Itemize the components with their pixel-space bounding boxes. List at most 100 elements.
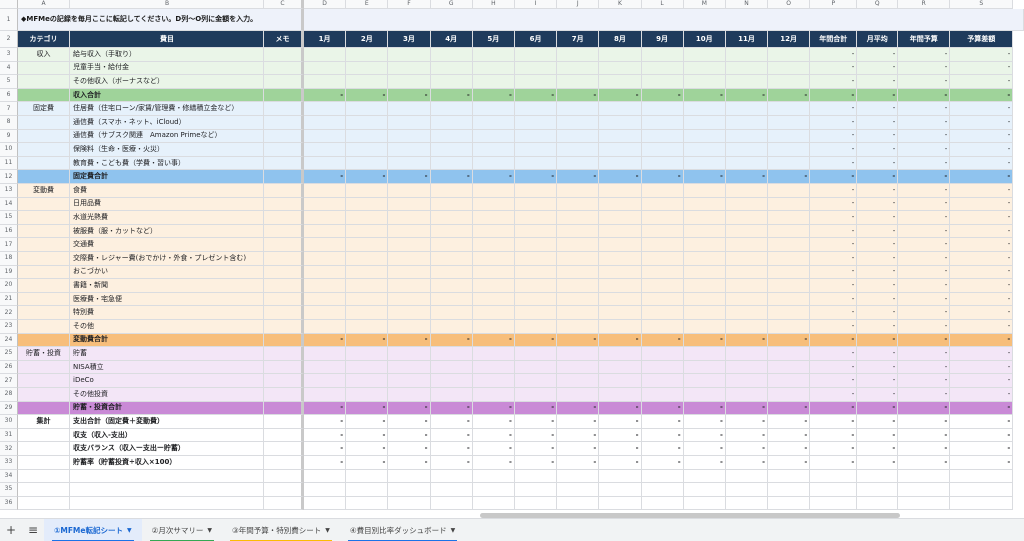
value-cell-I[interactable]: [514, 197, 558, 212]
value-cell-I[interactable]: [514, 360, 558, 375]
value-cell-O[interactable]: [768, 211, 811, 225]
value-cell-M[interactable]: [683, 292, 726, 307]
memo-cell[interactable]: [264, 61, 304, 76]
value-cell-G[interactable]: [430, 129, 473, 144]
value-cell-P[interactable]: -: [810, 252, 858, 266]
value-cell-L[interactable]: [641, 496, 684, 511]
value-cell-Q[interactable]: -: [857, 170, 899, 184]
value-cell-H[interactable]: [472, 184, 515, 198]
memo-cell[interactable]: [264, 48, 304, 62]
value-cell-Q[interactable]: -: [857, 75, 899, 89]
value-cell-G[interactable]: [430, 252, 473, 266]
value-cell-G[interactable]: [430, 61, 473, 76]
value-cell-M[interactable]: [683, 156, 726, 171]
value-cell-Q[interactable]: -: [857, 320, 899, 334]
value-cell-O[interactable]: -: [768, 456, 811, 470]
value-cell-N[interactable]: -: [725, 415, 769, 429]
value-cell-M[interactable]: -: [683, 88, 726, 103]
category-cell[interactable]: [18, 388, 70, 402]
sheet-note[interactable]: ◆MFMeの記録を毎月ここに転記してください。D列〜O列に金額を入力。: [18, 9, 304, 31]
value-cell-I[interactable]: [514, 211, 558, 225]
value-cell-R[interactable]: -: [898, 292, 951, 307]
column-header-Q[interactable]: Q: [857, 0, 899, 9]
value-cell-I[interactable]: [514, 347, 558, 361]
memo-cell[interactable]: [264, 238, 304, 252]
value-cell-H[interactable]: [472, 388, 515, 402]
value-cell-H[interactable]: [472, 75, 515, 89]
value-cell-H[interactable]: [472, 143, 515, 157]
value-cell-P[interactable]: [810, 496, 858, 511]
value-cell-S[interactable]: -: [950, 306, 1014, 320]
header-cell[interactable]: 年間合計: [810, 31, 858, 48]
value-cell-I[interactable]: [514, 75, 558, 89]
value-cell-J[interactable]: [557, 388, 600, 402]
value-cell-J[interactable]: [557, 265, 600, 280]
value-cell-N[interactable]: [725, 184, 769, 198]
value-cell-J[interactable]: [557, 102, 600, 116]
value-cell-M[interactable]: [683, 48, 726, 62]
item-cell[interactable]: 住居費（住宅ローン/家賃/管理費・修繕積立金など）: [70, 102, 264, 116]
row-number[interactable]: 22: [0, 306, 18, 320]
value-cell-R[interactable]: [898, 483, 951, 497]
value-cell-O[interactable]: [768, 184, 811, 198]
value-cell-I[interactable]: [514, 252, 558, 266]
value-cell-L[interactable]: [641, 211, 684, 225]
value-cell-D[interactable]: -: [304, 456, 347, 470]
value-cell-L[interactable]: [641, 279, 684, 293]
value-cell-Q[interactable]: -: [857, 88, 899, 103]
header-cell[interactable]: 5月: [472, 31, 515, 48]
value-cell-G[interactable]: [430, 116, 473, 130]
category-cell[interactable]: 固定費: [18, 102, 70, 116]
value-cell-R[interactable]: -: [898, 428, 951, 443]
item-cell[interactable]: 日用品費: [70, 197, 264, 212]
value-cell-M[interactable]: [683, 279, 726, 293]
value-cell-O[interactable]: [768, 279, 811, 293]
value-cell-E[interactable]: [346, 48, 389, 62]
value-cell-Q[interactable]: -: [857, 252, 899, 266]
value-cell-S[interactable]: -: [950, 129, 1014, 144]
value-cell-Q[interactable]: -: [857, 333, 899, 348]
value-cell-J[interactable]: [557, 129, 600, 144]
value-cell-L[interactable]: [641, 306, 684, 320]
value-cell-E[interactable]: [346, 129, 389, 144]
value-cell-H[interactable]: [472, 360, 515, 375]
memo-cell[interactable]: [264, 469, 304, 484]
value-cell-F[interactable]: -: [388, 415, 431, 429]
value-cell-M[interactable]: [683, 496, 726, 511]
value-cell-J[interactable]: [557, 238, 600, 252]
memo-cell[interactable]: [264, 428, 304, 443]
value-cell-O[interactable]: [768, 156, 811, 171]
category-cell[interactable]: [18, 116, 70, 130]
value-cell-R[interactable]: -: [898, 265, 951, 280]
value-cell-J[interactable]: [557, 483, 600, 497]
value-cell-R[interactable]: -: [898, 320, 951, 334]
value-cell-K[interactable]: [599, 347, 642, 361]
value-cell-N[interactable]: [725, 292, 769, 307]
header-cell[interactable]: カテゴリ: [18, 31, 70, 48]
value-cell-N[interactable]: -: [725, 401, 769, 416]
value-cell-Q[interactable]: -: [857, 442, 899, 456]
value-cell-H[interactable]: [472, 483, 515, 497]
memo-cell[interactable]: [264, 88, 304, 103]
value-cell-M[interactable]: [683, 360, 726, 375]
value-cell-E[interactable]: [346, 347, 389, 361]
value-cell-R[interactable]: -: [898, 143, 951, 157]
header-cell[interactable]: 月平均: [857, 31, 899, 48]
value-cell-H[interactable]: [472, 129, 515, 144]
item-cell[interactable]: [70, 469, 264, 484]
memo-cell[interactable]: [264, 415, 304, 429]
column-header-B[interactable]: B: [70, 0, 264, 9]
value-cell-K[interactable]: [599, 197, 642, 212]
value-cell-S[interactable]: -: [950, 252, 1014, 266]
value-cell-S[interactable]: -: [950, 333, 1014, 348]
value-cell-M[interactable]: -: [683, 456, 726, 470]
value-cell-H[interactable]: -: [472, 456, 515, 470]
value-cell-N[interactable]: [725, 143, 769, 157]
value-cell-Q[interactable]: [857, 483, 899, 497]
value-cell-I[interactable]: [514, 265, 558, 280]
value-cell-E[interactable]: [346, 306, 389, 320]
value-cell-G[interactable]: [430, 320, 473, 334]
value-cell-J[interactable]: [557, 61, 600, 76]
row-number[interactable]: 25: [0, 347, 18, 361]
value-cell-L[interactable]: [641, 374, 684, 388]
